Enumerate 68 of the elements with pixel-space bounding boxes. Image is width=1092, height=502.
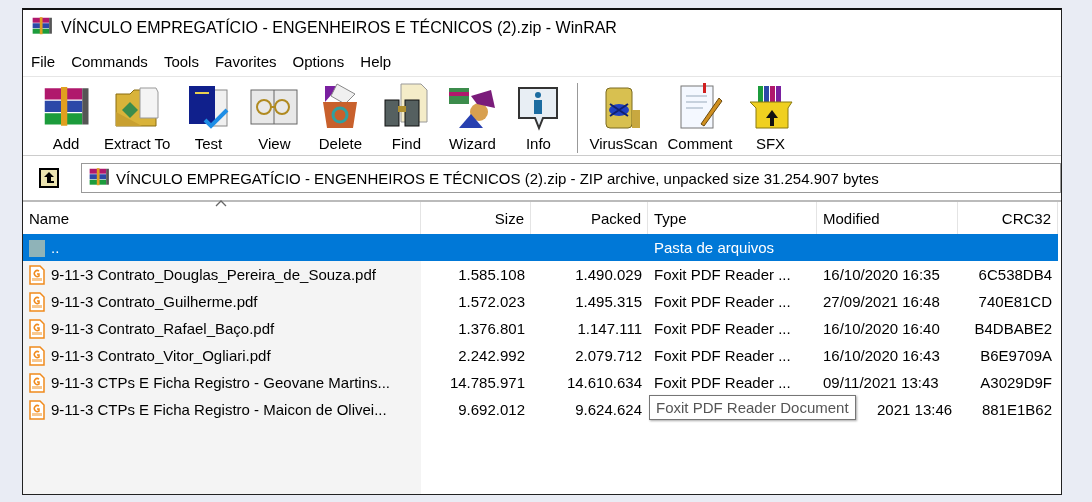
table-cell: 1.147.111 (577, 320, 642, 337)
pdf-file-icon (29, 264, 45, 285)
toolbar-button[interactable]: Info (505, 81, 572, 152)
pdf-file-icon (29, 372, 45, 393)
tooltip: Foxit PDF Reader Document (649, 395, 856, 420)
table-cell: Pasta de arquivos (654, 239, 775, 256)
table-cell: 1.572.023 (458, 293, 525, 310)
books-archive-icon (31, 15, 53, 37)
toolbar-button[interactable]: Comment (662, 81, 738, 152)
pdf-file-icon (29, 345, 45, 366)
table-cell: 16/10/2020 16:43 (823, 347, 940, 364)
pdf-file-icon (29, 318, 45, 339)
menu-item[interactable]: Help (354, 50, 398, 72)
table-cell: 1.490.029 (575, 266, 642, 283)
table-cell: Foxit PDF Reader ... (654, 266, 791, 283)
pdf-file-icon (29, 399, 45, 420)
table-cell: 881E1B62 (981, 401, 1052, 418)
table-cell: 9-11-3 Contrato_Douglas_Pereira_de_Souza.pdf (51, 266, 376, 283)
table-cell: B6E9709A (980, 347, 1052, 364)
table-cell: 09/11/2021 13:43 (823, 374, 939, 391)
table-cell: Foxit PDF Reader ... (654, 320, 791, 337)
table-cell: Foxit PDF Reader ... (654, 347, 791, 364)
table-cell: 740E81CD (978, 293, 1052, 310)
table-cell: 16/10/2020 16:35 (823, 266, 940, 283)
table-cell: 2.242.992 (458, 347, 525, 364)
table-cell: 9.624.624 (575, 401, 642, 418)
table-cell: 27/09/2021 16:48 (823, 293, 940, 310)
table-cell: 1.495.315 (575, 293, 642, 310)
toolbar-button[interactable]: View (241, 81, 308, 152)
menu-item[interactable]: File (25, 50, 62, 72)
table-cell: Foxit PDF Reader ... (654, 293, 791, 310)
toolbar-button[interactable]: VirusScan (584, 81, 663, 152)
menu-item[interactable]: Commands (65, 50, 154, 72)
pdf-file-icon (29, 291, 45, 312)
menu-item[interactable]: Favorites (208, 50, 283, 72)
table-cell: 2021 13:46 (877, 401, 953, 418)
window-title: VÍNCULO EMPREGATÍCIO - ENGENHEIROS E TÉCNICOS (2).zip - WinRAR (61, 19, 617, 37)
toolbar-button[interactable]: Add (33, 81, 99, 152)
table-cell: B4DBABE2 (974, 320, 1052, 337)
table-cell: 1.585.108 (458, 266, 525, 283)
table-cell: 16/10/2020 16:40 (823, 320, 940, 337)
books-archive-icon (88, 165, 110, 188)
table-cell: 14.785.971 (449, 374, 525, 391)
sort-caret-icon (215, 200, 227, 207)
table-cell: .. (51, 239, 60, 256)
table-cell: 1.376.801 (458, 320, 525, 337)
toolbar-button[interactable]: Wizard (439, 81, 506, 152)
toolbar-button[interactable]: Delete (307, 81, 374, 152)
table-cell: 9-11-3 Contrato_Rafael_Baço.pdf (51, 320, 275, 337)
table-cell: 6C538DB4 (978, 266, 1052, 283)
table-cell: 9-11-3 CTPs E Ficha Registro - Maicon de Olivei... (51, 401, 387, 418)
table-cell: Foxit PDF Reader ... (654, 374, 791, 391)
table-cell: A3029D9F (980, 374, 1052, 391)
toolbar-button[interactable]: Find (373, 81, 440, 152)
table-cell: 2.079.712 (575, 347, 642, 364)
menu-item[interactable]: Tools (157, 50, 205, 72)
table-cell: 9-11-3 Contrato_Guilherme.pdf (51, 293, 258, 310)
toolbar-button[interactable]: SFX (737, 81, 804, 152)
address-field[interactable]: VÍNCULO EMPREGATÍCIO - ENGENHEIROS E TÉCNICOS (2).zip - ZIP archive, unpacked size 31.254.907 bytes (81, 163, 1061, 193)
toolbar-button[interactable]: Extract To (99, 81, 176, 152)
selected-row[interactable]: .. Pasta de arquivos (23, 234, 1058, 261)
table-cell: 9-11-3 CTPs E Ficha Registro - Geovane Martins... (51, 374, 390, 391)
toolbar-button[interactable]: Test (175, 81, 242, 152)
table-cell: 14.610.634 (566, 374, 642, 391)
menu-item[interactable]: Options (286, 50, 351, 72)
table-cell: 9.692.012 (458, 401, 525, 418)
table-cell: 9-11-3 Contrato_Vitor_Ogliari.pdf (51, 347, 271, 364)
folder-icon (29, 237, 45, 258)
